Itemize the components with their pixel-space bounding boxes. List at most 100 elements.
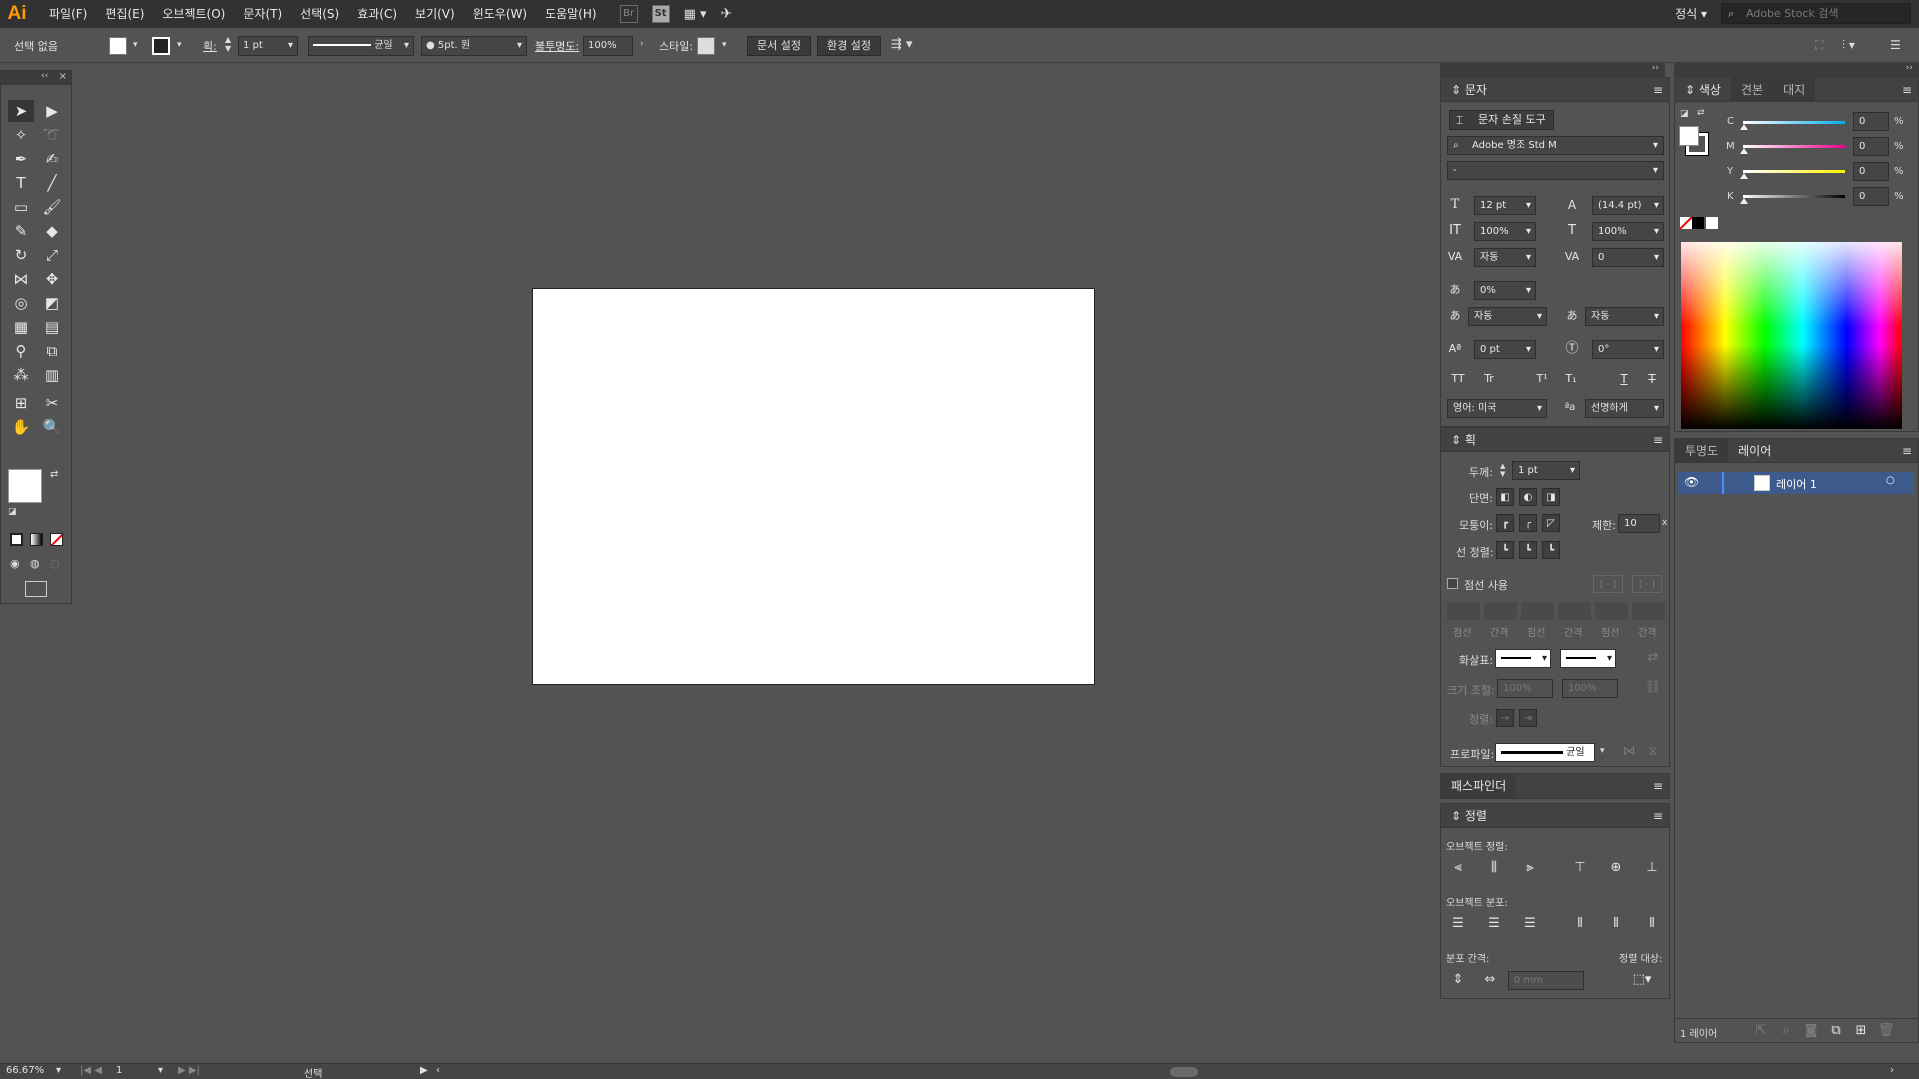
tsume-field[interactable]: 0% ▾ (1474, 281, 1536, 300)
gap-field-3[interactable] (1632, 602, 1665, 620)
font-size-field[interactable]: 12 pt ▾ (1474, 196, 1536, 215)
link-scale-icon[interactable]: ⛓ (1644, 679, 1662, 697)
first-artboard-icon[interactable]: |◀ ◀ (80, 1065, 102, 1076)
arrange-documents-icon[interactable]: ▦ ▾ (684, 7, 707, 22)
opacity-label[interactable]: 불투명도: (535, 38, 579, 54)
stock-icon[interactable]: St (651, 5, 670, 23)
align-panel-tab[interactable]: ⇕ 정렬 (1441, 804, 1497, 828)
visibility-eye-icon[interactable]: 👁 (1684, 475, 1699, 489)
font-style-select[interactable]: - ▾ (1447, 161, 1664, 180)
zoom-level[interactable]: 66.67% (6, 1065, 44, 1076)
eraser-tool-icon[interactable]: ◆ (39, 220, 65, 242)
black-value[interactable]: 0 (1853, 187, 1889, 206)
round-join-icon[interactable]: ╭ (1519, 514, 1537, 532)
artboard-number[interactable]: 1 (116, 1065, 122, 1076)
slice-tool-icon[interactable]: ✂ (39, 392, 65, 414)
dash-field-2[interactable] (1521, 602, 1554, 620)
export-icon[interactable]: ⇱ (1752, 1022, 1770, 1040)
distribute-left-icon[interactable]: ⦀ (1571, 915, 1589, 933)
superscript-icon[interactable]: T¹ (1533, 370, 1551, 388)
next-artboard-icon[interactable]: ▶ ▶| (178, 1065, 200, 1076)
color-spectrum[interactable] (1681, 242, 1902, 429)
menu-edit[interactable]: 편집(E) (96, 0, 153, 28)
selection-tool-icon[interactable]: ➤ (8, 100, 34, 122)
vertical-align-center-icon[interactable]: ⊕ (1607, 859, 1625, 877)
shaper-tool-icon[interactable]: ✎ (8, 220, 34, 242)
stroke-stepper-icon[interactable]: ▲ ▼ (225, 35, 231, 53)
stroke-label[interactable]: 획: (203, 38, 217, 54)
none-mode-icon[interactable] (50, 533, 63, 546)
arrow-start-scale-field[interactable]: 100% (1497, 679, 1553, 698)
subscript-icon[interactable]: T₁ (1562, 370, 1580, 388)
swatches-tab[interactable]: 견본 (1730, 77, 1774, 102)
type-tool-icon[interactable]: T (8, 172, 34, 194)
color-mode-icon[interactable] (10, 533, 23, 546)
align-inside-stroke-icon[interactable]: ┗ (1519, 541, 1537, 559)
delete-layer-icon[interactable]: 🗑 (1877, 1022, 1895, 1040)
align-to-select[interactable]: ⬚▾ (1627, 971, 1657, 989)
arrange-icon[interactable]: ⫶ ▾ (1842, 38, 1855, 53)
yellow-slider-knob[interactable] (1740, 173, 1748, 179)
horizontal-align-center-icon[interactable]: ⫼ (1485, 859, 1503, 877)
new-sublayer-icon[interactable]: ⧉ (1827, 1022, 1845, 1040)
draw-behind-icon[interactable]: ◍ (30, 557, 40, 570)
touch-type-tool-button[interactable]: ⌶ 문자 손질 도구 (1449, 110, 1554, 130)
kerning-field[interactable]: 자동 ▾ (1474, 248, 1536, 267)
font-family-select[interactable]: ⌕ Adobe 명조 Std M ▾ (1447, 136, 1664, 155)
document-setup-button[interactable]: 문서 설정 (747, 36, 811, 56)
artboard-tool-icon[interactable]: ⊞ (8, 392, 34, 414)
gradient-mode-icon[interactable] (30, 533, 43, 546)
panel-menu-icon[interactable]: ≡ (1653, 433, 1663, 447)
new-layer-icon[interactable]: ⊞ (1852, 1022, 1870, 1040)
horizontal-scale-field[interactable]: 100% ▾ (1592, 222, 1664, 241)
clipping-mask-icon[interactable]: ◙ (1802, 1022, 1820, 1040)
align-center-stroke-icon[interactable]: ┗ (1496, 541, 1514, 559)
dashed-line-checkbox[interactable] (1447, 578, 1458, 589)
brush-select[interactable]: ● 5pt. 원 ▾ (421, 36, 527, 56)
dock-header-left[interactable]: ›› (1440, 63, 1665, 77)
aki-left-select[interactable]: 자동 ▾ (1468, 307, 1547, 326)
target-circle-icon[interactable]: ○ (1886, 475, 1895, 486)
menu-view[interactable]: 보기(V) (406, 0, 464, 28)
magenta-slider-knob[interactable] (1740, 148, 1748, 154)
gap-field-1[interactable] (1484, 602, 1517, 620)
baseline-shift-field[interactable]: 0 pt ▾ (1474, 340, 1536, 359)
flip-across-icon[interactable]: ⧖ (1644, 743, 1662, 761)
style-swatch[interactable] (697, 37, 715, 55)
align-outside-stroke-icon[interactable]: ┗ (1542, 541, 1560, 559)
swap-arrowheads-icon[interactable]: ⇄ (1644, 649, 1662, 667)
stroke-dropdown-icon[interactable]: ▾ (177, 40, 182, 50)
arrow-end-scale-field[interactable]: 100% (1562, 679, 1618, 698)
tracking-field[interactable]: 0 ▾ (1592, 248, 1664, 267)
weight-stepper-icon[interactable]: ▲ ▼ (1500, 462, 1505, 478)
horizontal-align-right-icon[interactable]: ⫸ (1521, 859, 1539, 877)
antialias-select[interactable]: 선명하게 ▾ (1585, 399, 1664, 418)
transform-icon[interactable]: ⇶ ▾ (891, 37, 913, 52)
dash-align-icon[interactable]: [⋯] (1632, 575, 1662, 593)
distribute-top-icon[interactable]: ☰ (1449, 915, 1467, 933)
collapse-icon[interactable]: ‹‹ (41, 71, 48, 81)
close-icon[interactable]: × (59, 71, 67, 82)
flip-along-icon[interactable]: ⋈ (1620, 743, 1638, 761)
character-rotation-field[interactable]: 0° ▾ (1592, 340, 1664, 359)
scroll-right-icon[interactable]: › (1890, 1065, 1894, 1076)
spacing-value-field[interactable]: 0 mm (1508, 971, 1584, 990)
magenta-value[interactable]: 0 (1853, 137, 1889, 156)
panel-menu-icon[interactable]: ≡ (1653, 809, 1663, 823)
stroke-profile-select[interactable]: 균일 ▾ (308, 36, 414, 56)
aki-right-select[interactable]: 자동 ▾ (1585, 307, 1664, 326)
vertical-scale-field[interactable]: 100% ▾ (1474, 222, 1536, 241)
horizontal-scrollbar-thumb[interactable] (1170, 1067, 1198, 1077)
bridge-icon[interactable]: Br (619, 5, 638, 23)
pathfinder-tab[interactable]: 패스파인더 (1441, 774, 1517, 798)
fill-swatch[interactable] (109, 37, 127, 55)
rectangle-tool-icon[interactable]: ▭ (8, 196, 34, 218)
leading-field[interactable]: (14.4 pt) ▾ (1592, 196, 1664, 215)
vertical-align-bottom-icon[interactable]: ⊥ (1643, 859, 1661, 877)
scroll-left-icon[interactable]: ‹ (436, 1065, 440, 1076)
panel-menu-icon[interactable]: ≡ (1902, 83, 1912, 97)
control-menu-icon[interactable]: ☰ (1890, 38, 1901, 52)
puppet-warp-tool-icon[interactable]: ✥ (39, 268, 65, 290)
locate-object-icon[interactable]: ⌕ (1777, 1022, 1795, 1040)
menu-object[interactable]: 오브젝트(O) (153, 0, 234, 28)
